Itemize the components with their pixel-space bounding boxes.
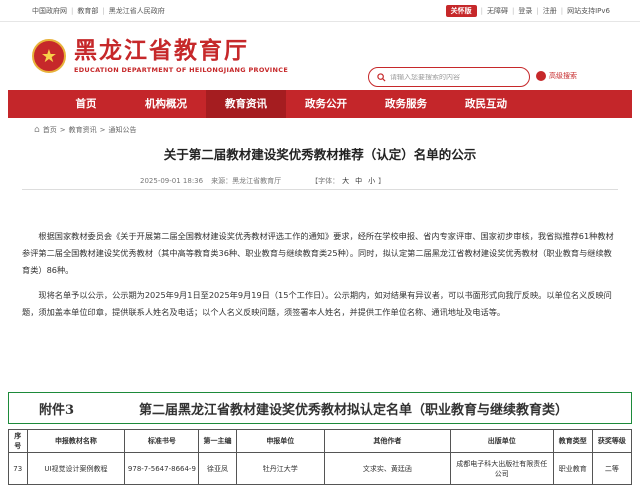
col-award: 获奖等级: [591, 429, 633, 453]
nav-open-government[interactable]: 政务公开: [286, 90, 366, 118]
nav-news[interactable]: 教育资讯: [206, 90, 286, 118]
attachment-title: 第二届黑龙江省教材建设奖优秀教材拟认定名单（职业教育与继续教育类）: [139, 402, 569, 418]
col-authors: 其他作者: [324, 429, 451, 453]
nav-interaction[interactable]: 政民互动: [446, 90, 526, 118]
paragraph-1: 根据国家教材委员会《关于开展第二届全国教材建设奖优秀教材评选工作的通知》要求，经…: [22, 231, 614, 275]
table-row: 73 UI视觉设计案例教程 978-7-5647-8664-9 徐亚凤 牡丹江大…: [8, 452, 633, 485]
cell-name: UI视觉设计案例教程: [26, 452, 126, 485]
textbook-table: 序号 申报教材名称 标准书号 第一主编 申报单位 其他作者 出版单位 教育类型 …: [8, 429, 633, 485]
cell-unit: 牡丹江大学: [235, 452, 326, 485]
breadcrumb-notices[interactable]: 通知公告: [108, 125, 136, 135]
main-nav: 首页 机构概况 教育资讯 政务公开 政务服务 政民互动: [8, 90, 632, 118]
cell-authors: 文求实、黄廷函: [324, 452, 451, 485]
advanced-search-icon: [536, 71, 546, 81]
font-size-label: 【字体：: [311, 176, 340, 185]
nav-about[interactable]: 机构概况: [126, 90, 206, 118]
accessibility-link[interactable]: 无障碍: [487, 6, 508, 16]
attachment-header: 附件3 第二届黑龙江省教材建设奖优秀教材拟认定名单（职业教育与继续教育类）: [8, 392, 632, 424]
article-date: 2025-09-01 18:36: [140, 176, 204, 185]
col-name: 申报教材名称: [26, 429, 126, 453]
site-header: ★ 黑龙江省教育厅 EDUCATION DEPARTMENT OF HEILON…: [0, 22, 640, 90]
col-index: 序号: [8, 429, 28, 453]
register-link[interactable]: 注册: [543, 6, 557, 16]
home-icon: ⌂: [34, 125, 40, 135]
site-title: 黑龙江省教育厅: [74, 37, 249, 64]
cell-type: 职业教育: [552, 452, 593, 485]
search-icon[interactable]: [377, 72, 386, 82]
article-title: 关于第二届教材建设奖优秀教材推荐（认定）名单的公示: [163, 147, 477, 162]
top-bar: 中国政府网 | 教育部 | 黑龙江省人民政府 关怀版 | 无障碍 | 登录 | 注册 | 网…: [0, 0, 640, 22]
table-header-row: 序号 申报教材名称 标准书号 第一主编 申报单位 其他作者 出版单位 教育类型 …: [8, 429, 633, 453]
font-size-small[interactable]: 小: [368, 176, 375, 186]
link-moe[interactable]: 教育部: [77, 6, 98, 16]
col-editor: 第一主编: [198, 429, 237, 453]
site-brand[interactable]: 黑龙江省教育厅 EDUCATION DEPARTMENT OF HEILONGJ…: [74, 37, 289, 75]
ipv6-label: 网站支持IPv6: [567, 6, 610, 15]
breadcrumb: ⌂ 首页 > 教育资讯 > 通知公告: [34, 125, 137, 135]
site-subtitle: EDUCATION DEPARTMENT OF HEILONGJIANG PRO…: [74, 66, 289, 74]
font-size-bracket: 】: [378, 176, 386, 185]
breadcrumb-home[interactable]: 首页: [43, 125, 57, 135]
col-unit: 申报单位: [235, 429, 326, 453]
article-source: 来源：黑龙江省教育厅: [211, 176, 282, 185]
article-meta: 2025-09-01 18:36 来源：黑龙江省教育厅 【字体： 大 中 小 】: [22, 172, 618, 190]
advanced-search-button[interactable]: 高级搜索: [536, 71, 577, 81]
cell-isbn: 978-7-5647-8664-9: [124, 452, 200, 485]
link-gov[interactable]: 中国政府网: [32, 6, 67, 16]
search-box: [368, 67, 530, 87]
cell-editor: 徐亚凤: [198, 452, 237, 485]
cell-award: 二等: [591, 452, 633, 485]
font-size-medium[interactable]: 中: [355, 176, 362, 186]
cell-publisher: 成都电子科大出版社有限责任公司: [449, 452, 554, 485]
font-size-large[interactable]: 大: [342, 176, 349, 186]
nav-services[interactable]: 政务服务: [366, 90, 446, 118]
search-input[interactable]: [390, 73, 520, 81]
col-type: 教育类型: [552, 429, 593, 453]
national-emblem-icon[interactable]: ★: [32, 39, 66, 73]
attachment-label: 附件3: [39, 402, 75, 418]
article-body: 根据国家教材委员会《关于开展第二届全国教材建设奖优秀教材评选工作的通知》要求，经…: [0, 228, 640, 321]
col-isbn: 标准书号: [124, 429, 200, 453]
advanced-search-label: 高级搜索: [549, 72, 577, 80]
login-link[interactable]: 登录: [518, 6, 532, 16]
paragraph-2: 现将名单予以公示，公示期为2025年9月1日至2025年9月19日（15个工作日…: [22, 290, 612, 317]
col-publisher: 出版单位: [449, 429, 554, 453]
breadcrumb-news[interactable]: 教育资讯: [69, 125, 97, 135]
nav-home[interactable]: 首页: [46, 90, 126, 118]
cell-index: 73: [8, 452, 28, 485]
care-mode-button[interactable]: 关怀版: [445, 4, 477, 17]
link-province[interactable]: 黑龙江省人民政府: [109, 6, 165, 16]
